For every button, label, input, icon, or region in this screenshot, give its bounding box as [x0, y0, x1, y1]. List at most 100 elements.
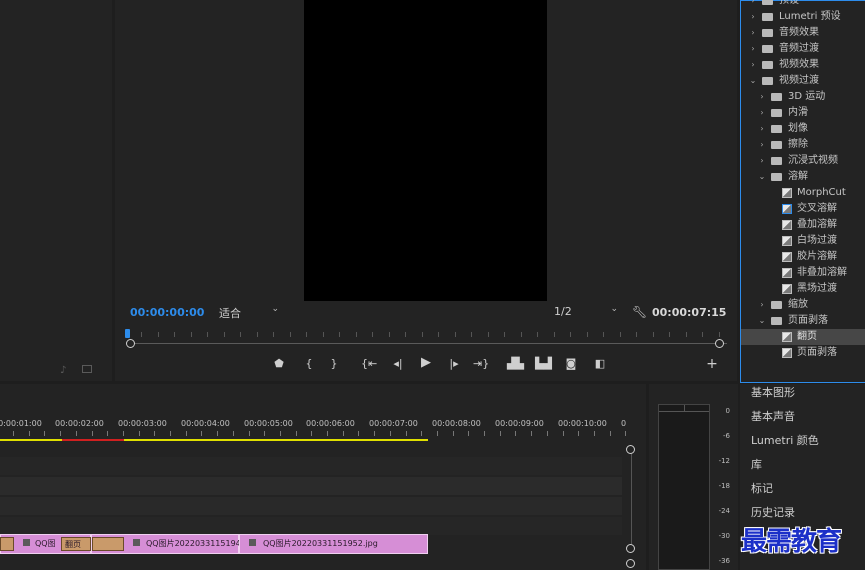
play-icon[interactable]: ▶	[419, 356, 433, 370]
fit-dropdown[interactable]: 适合 ⌄	[219, 304, 281, 320]
effect-item[interactable]: 叠加溶解	[741, 217, 865, 233]
panel-list-item[interactable]: Lumetri 颜色	[751, 429, 819, 453]
clip-1[interactable]: QQ图 翻页	[0, 534, 91, 554]
panel-list-item[interactable]: 基本图形	[751, 381, 795, 405]
scroll-bottom-handle[interactable]	[626, 544, 635, 553]
transition-marker[interactable]	[92, 537, 124, 551]
go-to-in-icon[interactable]: {⇤	[361, 357, 377, 371]
timeline-tick	[60, 431, 62, 436]
chevron-right-icon[interactable]: ›	[758, 105, 766, 121]
timeline-ruler-label: 00:00:09:00	[495, 419, 544, 428]
timeline-scrollbar[interactable]	[631, 450, 632, 549]
navigator-start-handle[interactable]	[126, 339, 135, 348]
chevron-right-icon[interactable]: ›	[749, 0, 757, 9]
effects-folder[interactable]: ⌄ 视频过渡	[741, 73, 865, 89]
folder-icon	[771, 317, 782, 325]
export-frame-icon[interactable]	[82, 365, 92, 373]
audio-output-icon[interactable]: ♪	[60, 365, 66, 376]
effect-item[interactable]: 黑场过渡	[741, 281, 865, 297]
video-track-base[interactable]	[0, 517, 622, 535]
timeline-tick	[499, 431, 501, 436]
effects-item-label: MorphCut	[797, 187, 846, 198]
video-track-mid[interactable]	[0, 477, 622, 495]
effects-folder[interactable]: ⌄ 溶解	[741, 169, 865, 185]
effects-folder[interactable]: › 缩放	[741, 297, 865, 313]
scroll-top-handle[interactable]	[626, 445, 635, 454]
mark-in-icon[interactable]: {	[303, 357, 315, 371]
chevron-right-icon[interactable]: ›	[758, 297, 766, 313]
effect-item[interactable]: 翻页	[741, 329, 865, 345]
effect-item[interactable]: MorphCut	[741, 185, 865, 201]
ruler-tick	[207, 332, 208, 337]
chevron-down-icon[interactable]: ⌄	[758, 169, 766, 185]
effects-folder[interactable]: ⌄ 页面剥落	[741, 313, 865, 329]
timeline-tick	[531, 431, 533, 436]
effects-folder[interactable]: › 音频过渡	[741, 41, 865, 57]
add-button-icon[interactable]: +	[705, 357, 719, 371]
transition-marker[interactable]	[0, 537, 14, 551]
program-monitor: 00:00:00:00 适合 ⌄ 1/2 ⌄ 🔧︎ 00:00:07:15 ⬟ …	[115, 0, 737, 381]
chevron-right-icon[interactable]: ›	[758, 137, 766, 153]
effects-folder[interactable]: › 划像	[741, 121, 865, 137]
chevron-right-icon[interactable]: ›	[758, 153, 766, 169]
chevron-right-icon[interactable]: ›	[758, 89, 766, 105]
timeline-tick	[421, 431, 423, 436]
add-marker-icon[interactable]: ⬟	[273, 357, 285, 371]
monitor-time-ruler[interactable]	[125, 329, 727, 349]
panel-list-item[interactable]: 基本声音	[751, 405, 795, 429]
chevron-right-icon[interactable]: ›	[749, 57, 757, 73]
timeline-tick	[468, 431, 470, 436]
wrench-icon[interactable]: 🔧︎	[632, 305, 647, 319]
transition-flip-page[interactable]: 翻页	[61, 537, 91, 551]
meter-scale-label: 0	[725, 407, 730, 415]
lift-icon[interactable]: ▟▙	[507, 357, 524, 371]
ruler-tick	[619, 332, 621, 337]
effects-folder[interactable]: › 3D 运动	[741, 89, 865, 105]
navigator-end-handle[interactable]	[715, 339, 724, 348]
mark-out-icon[interactable]: }	[328, 357, 340, 371]
effect-item[interactable]: 胶片溶解	[741, 249, 865, 265]
effect-item[interactable]: 白场过渡	[741, 233, 865, 249]
effects-folder[interactable]: › 擦除	[741, 137, 865, 153]
ruler-tick	[174, 332, 175, 337]
ruler-tick	[669, 332, 670, 337]
navigator-bar[interactable]	[130, 343, 727, 344]
resolution-dropdown[interactable]: 1/2 ⌄	[554, 304, 620, 319]
panel-list-item[interactable]: 标记	[751, 477, 773, 501]
effect-item[interactable]: 页面剥落	[741, 345, 865, 361]
comparison-view-icon[interactable]: ◧	[592, 357, 608, 371]
clip-label: QQ图片20220331151952.jpg	[263, 539, 378, 548]
source-panel: ♪	[0, 0, 112, 381]
effects-folder[interactable]: › 视频效果	[741, 57, 865, 73]
effect-item[interactable]: 交叉溶解	[741, 201, 865, 217]
current-timecode[interactable]: 00:00:00:00	[130, 306, 204, 319]
effects-item-label: 胶片溶解	[797, 251, 837, 262]
folder-icon	[762, 61, 773, 69]
extract-icon[interactable]: ▙▟	[535, 357, 552, 371]
clip-2[interactable]: QQ图片20220331151949.	[91, 534, 248, 554]
track-scroll-handle[interactable]	[626, 559, 635, 568]
effects-folder[interactable]: › 预设	[741, 0, 865, 9]
video-track-lower[interactable]	[0, 497, 622, 515]
chevron-right-icon[interactable]: ›	[749, 9, 757, 25]
camera-icon[interactable]: ◙	[564, 357, 578, 371]
chevron-right-icon[interactable]: ›	[749, 25, 757, 41]
playhead-marker[interactable]	[125, 329, 130, 338]
go-to-out-icon[interactable]: ⇥}	[473, 357, 489, 371]
step-back-icon[interactable]: ◂|	[391, 357, 405, 371]
chevron-right-icon[interactable]: ›	[758, 121, 766, 137]
effect-item[interactable]: 非叠加溶解	[741, 265, 865, 281]
timeline-tick	[405, 431, 407, 436]
effects-folder[interactable]: › Lumetri 预设	[741, 9, 865, 25]
chevron-down-icon[interactable]: ⌄	[758, 313, 766, 329]
timeline-tick	[578, 431, 580, 436]
effects-folder[interactable]: › 内滑	[741, 105, 865, 121]
clip-3[interactable]: QQ图片20220331151952.jpg	[239, 534, 428, 554]
effects-folder[interactable]: › 沉浸式视频	[741, 153, 865, 169]
effects-folder[interactable]: › 音频效果	[741, 25, 865, 41]
chevron-down-icon[interactable]: ⌄	[749, 73, 757, 89]
video-track-upper[interactable]	[0, 457, 622, 475]
step-forward-icon[interactable]: |▸	[447, 357, 461, 371]
chevron-right-icon[interactable]: ›	[749, 41, 757, 57]
panel-list-item[interactable]: 库	[751, 453, 762, 477]
